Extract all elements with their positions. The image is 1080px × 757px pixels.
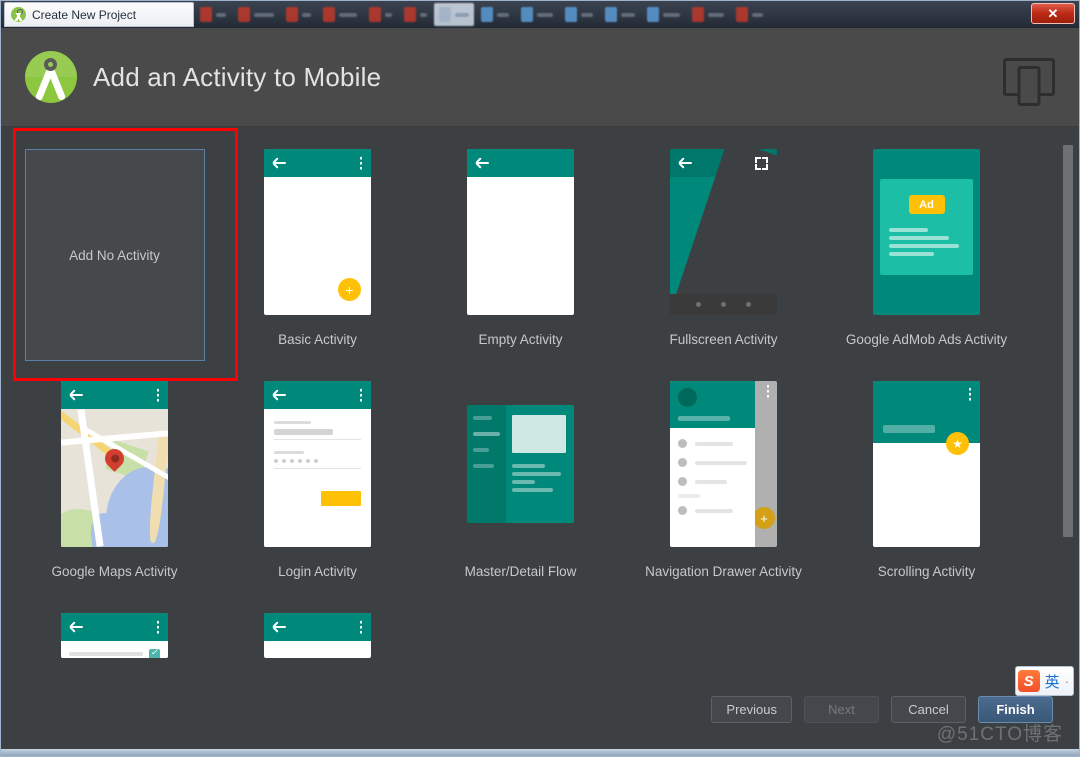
activity-card-partial-tabbed[interactable]: [216, 603, 419, 680]
taskbar-item[interactable]: [399, 3, 432, 26]
master-detail-flow-thumb: [467, 381, 574, 547]
android-studio-logo-icon: [25, 51, 77, 103]
activity-card-login-activity[interactable]: Login Activity: [216, 371, 419, 603]
ime-language-indicator[interactable]: 英: [1045, 671, 1060, 692]
taskbar-item[interactable]: [731, 3, 768, 26]
taskbar-item[interactable]: [195, 3, 231, 26]
overflow-menu-icon: [766, 389, 769, 393]
overflow-menu-icon: [156, 393, 159, 397]
activity-card-empty-activity[interactable]: Empty Activity: [419, 139, 622, 371]
activity-card-partial-settings[interactable]: [13, 603, 216, 680]
fab-star-icon: ★: [946, 432, 969, 455]
add-no-activity-label: Add No Activity: [69, 247, 160, 263]
ime-menu-icon[interactable]: ·: [1065, 674, 1069, 689]
dialog-footer: Previous Next Cancel Finish @51CTO博客: [1, 680, 1079, 756]
dialog-header: Add an Activity to Mobile: [1, 28, 1079, 127]
ime-toolbar[interactable]: S 英 ·: [1014, 666, 1074, 696]
taskbar-item[interactable]: [233, 3, 279, 26]
window-title-tab[interactable]: Create New Project: [4, 2, 194, 27]
back-arrow-icon: [273, 162, 286, 164]
activity-gallery: Add No Activity + Basic Activity Empty A…: [13, 139, 1053, 680]
taskbar-item[interactable]: [364, 3, 397, 26]
nav-bar: [670, 294, 777, 315]
device-formfactor-icon: [1003, 58, 1055, 96]
create-new-project-window: Create New Project ✕ Add an Activity to …: [0, 0, 1080, 757]
back-arrow-icon: [70, 394, 83, 396]
activity-card-label: Login Activity: [278, 564, 357, 579]
activity-card-google-maps-activity[interactable]: Google Maps Activity: [13, 371, 216, 603]
navigation-drawer-activity-thumb: +: [670, 381, 777, 547]
login-activity-thumb: [264, 381, 371, 547]
window-close-button[interactable]: ✕: [1031, 3, 1075, 24]
window-titlebar: Create New Project ✕: [1, 1, 1079, 28]
activity-card-master-detail-flow[interactable]: Master/Detail Flow: [419, 371, 622, 603]
taskbar: [194, 1, 1079, 28]
activity-card-label: Empty Activity: [478, 332, 563, 347]
google-maps-activity-thumb: [61, 381, 168, 547]
back-arrow-icon: [476, 162, 489, 164]
scrollbar-thumb[interactable]: [1063, 145, 1073, 537]
page-title: Add an Activity to Mobile: [93, 61, 382, 92]
gallery-scrollbar[interactable]: [1063, 145, 1073, 676]
login-submit-button: [321, 491, 361, 506]
activity-card-label: Scrolling Activity: [877, 564, 976, 579]
android-studio-icon: [11, 7, 26, 22]
activity-card-fullscreen-activity[interactable]: Fullscreen Activity: [622, 139, 825, 371]
back-arrow-icon: [70, 626, 83, 628]
add-no-activity-box[interactable]: Add No Activity: [24, 149, 205, 361]
ad-badge: Ad: [908, 195, 945, 214]
tabbed-activity-thumb: [264, 613, 371, 658]
fullscreen-activity-thumb: [670, 149, 777, 315]
expand-fullscreen-icon: [755, 157, 768, 170]
activity-card-label: Google AdMob Ads Activity: [845, 332, 1008, 347]
sogou-ime-logo-icon: S: [1017, 670, 1040, 692]
previous-button[interactable]: Previous: [711, 695, 792, 723]
taskbar-item[interactable]: [476, 3, 514, 26]
cancel-button[interactable]: Cancel: [891, 695, 966, 723]
activity-card-add-no-activity[interactable]: Add No Activity: [13, 139, 216, 371]
activity-card-scrolling-activity[interactable]: ★ Scrolling Activity: [825, 371, 1028, 603]
scrolling-activity-thumb: ★: [873, 381, 980, 547]
fab-plus-icon: +: [338, 278, 361, 301]
taskbar-item[interactable]: [318, 3, 362, 26]
overflow-menu-icon: [359, 393, 362, 397]
overflow-menu-icon: [359, 161, 362, 165]
activity-card-label: Google Maps Activity: [51, 564, 178, 579]
taskbar-item[interactable]: [560, 3, 598, 26]
activity-card-label: Basic Activity: [278, 332, 357, 347]
settings-activity-thumb: [61, 613, 168, 658]
overflow-menu-icon: [359, 625, 362, 629]
taskbar-item[interactable]: [516, 3, 558, 26]
taskbar-item[interactable]: [600, 3, 640, 26]
activity-card-navigation-drawer-activity[interactable]: + Navigation Drawer Activity: [622, 371, 825, 603]
window-bottom-frame: [1, 749, 1079, 756]
activity-card-admob-activity[interactable]: Ad Google AdMob Ads Activity: [825, 139, 1028, 371]
activity-card-label: Fullscreen Activity: [669, 332, 778, 347]
overflow-menu-icon: [156, 625, 159, 629]
overflow-menu-icon: [968, 392, 971, 396]
back-arrow-icon: [273, 394, 286, 396]
activity-card-label: Master/Detail Flow: [464, 564, 577, 579]
taskbar-item[interactable]: [642, 3, 685, 26]
activity-card-basic-activity[interactable]: + Basic Activity: [216, 139, 419, 371]
basic-activity-thumb: +: [264, 149, 371, 315]
activity-card-label: Navigation Drawer Activity: [645, 564, 802, 579]
activity-gallery-panel: Add No Activity + Basic Activity Empty A…: [1, 127, 1079, 680]
back-arrow-icon: [273, 626, 286, 628]
admob-activity-thumb: Ad: [873, 149, 980, 315]
finish-button[interactable]: Finish: [978, 695, 1053, 723]
taskbar-item-active[interactable]: [434, 3, 474, 26]
fab-plus-icon: +: [753, 507, 775, 529]
taskbar-item[interactable]: [281, 3, 316, 26]
checkbox-icon: [149, 647, 160, 658]
empty-activity-thumb: [467, 149, 574, 315]
avatar: [678, 388, 697, 407]
watermark: @51CTO博客: [936, 724, 1063, 745]
taskbar-item[interactable]: [687, 3, 729, 26]
window-title: Create New Project: [32, 7, 137, 22]
back-arrow-icon: [679, 162, 692, 164]
next-button[interactable]: Next: [804, 695, 879, 723]
